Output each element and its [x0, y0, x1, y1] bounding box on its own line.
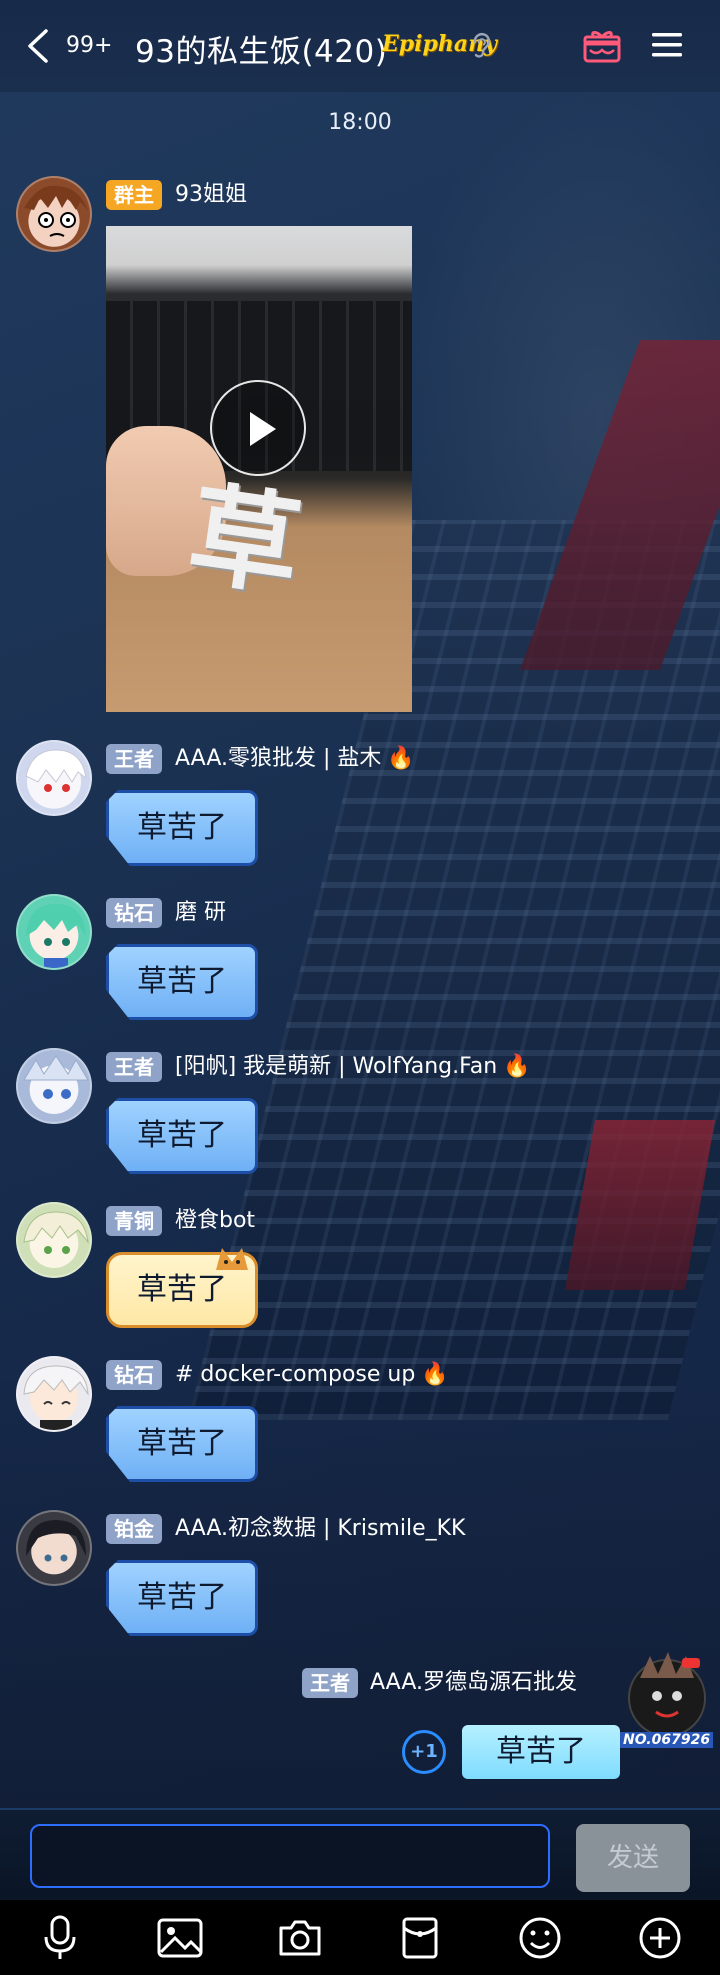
avatar[interactable]	[16, 1356, 92, 1432]
role-badge: 王者	[302, 1668, 358, 1698]
gift-icon[interactable]	[582, 28, 622, 64]
role-badge: 铂金	[106, 1514, 162, 1544]
top-bar: 99+ 93的私生饭(420) Epiphany	[0, 0, 720, 92]
bottom-toolbar	[0, 1900, 720, 1975]
fire-icon: 🔥	[503, 1054, 531, 1079]
sender-name[interactable]: AAA.初念数据 | Krismile_KK	[175, 1514, 465, 1544]
role-badge: 钻石	[106, 1360, 162, 1390]
message-bubble[interactable]: 草苦了	[106, 1560, 258, 1636]
role-badge: 青铜	[106, 1206, 162, 1236]
own-avatar[interactable]: NO.067926	[620, 1648, 714, 1758]
play-icon[interactable]	[210, 380, 306, 476]
sender-name-text: [阳帆] 我是萌新 | WolfYang.Fan	[175, 1054, 498, 1079]
role-badge: 王者	[106, 1052, 162, 1082]
mic-icon[interactable]	[36, 1914, 84, 1962]
plus-one-button[interactable]: +1	[402, 1730, 446, 1774]
avatar[interactable]	[16, 1510, 92, 1586]
role-badge: 钻石	[106, 898, 162, 928]
send-button[interactable]: 发送	[576, 1824, 690, 1892]
avatar[interactable]	[16, 740, 92, 816]
sender-name[interactable]: AAA.零狼批发 | 盐木 🔥	[175, 744, 415, 774]
unread-count[interactable]: 99+	[66, 33, 112, 58]
video-message[interactable]: 草	[106, 226, 412, 712]
sender-name[interactable]: # docker-compose up 🔥	[175, 1360, 449, 1390]
avatar[interactable]	[16, 176, 92, 252]
sender-name[interactable]: [阳帆] 我是萌新 | WolfYang.Fan 🔥	[175, 1052, 531, 1082]
emoji-icon[interactable]	[516, 1914, 564, 1962]
sender-name[interactable]: AAA.罗德岛源石批发	[370, 1668, 577, 1698]
fire-icon: 🔥	[421, 1362, 449, 1387]
plus-icon[interactable]	[636, 1914, 684, 1962]
message-bubble[interactable]: 草苦了	[106, 790, 258, 866]
sender-name-text: # docker-compose up	[175, 1362, 416, 1387]
ear-icon[interactable]	[470, 32, 492, 60]
avatar[interactable]	[16, 1048, 92, 1124]
group-title[interactable]: 93的私生饭(420)	[135, 26, 387, 71]
image-icon[interactable]	[156, 1914, 204, 1962]
message-bubble[interactable]: 草苦了	[106, 1406, 258, 1482]
role-badge: 群主	[106, 180, 162, 210]
own-message-bubble[interactable]: 草苦了	[462, 1725, 620, 1779]
avatar[interactable]	[16, 1202, 92, 1278]
input-bar: 发送	[0, 1808, 720, 1900]
sender-name[interactable]: 93姐姐	[175, 180, 247, 210]
time-divider: 18:00	[328, 110, 392, 135]
avatar[interactable]	[16, 894, 92, 970]
avatar-number: NO.067926	[620, 1732, 714, 1748]
sender-name[interactable]: 磨 研	[175, 898, 226, 928]
fire-icon: 🔥	[387, 746, 415, 771]
camera-icon[interactable]	[276, 1914, 324, 1962]
message-bubble[interactable]: 草苦了	[106, 944, 258, 1020]
back-arrow-icon[interactable]	[26, 28, 50, 64]
role-badge: 王者	[106, 744, 162, 774]
sender-name[interactable]: 橙食bot	[175, 1206, 255, 1236]
red-packet-icon[interactable]	[396, 1914, 444, 1962]
message-bubble[interactable]: 草苦了	[106, 1098, 258, 1174]
sender-name-text: AAA.零狼批发 | 盐木	[175, 746, 382, 771]
cat-ears-icon	[216, 1248, 248, 1270]
own-avatar-image	[628, 1652, 706, 1737]
message-input[interactable]	[30, 1824, 550, 1888]
menu-icon[interactable]	[650, 30, 684, 60]
